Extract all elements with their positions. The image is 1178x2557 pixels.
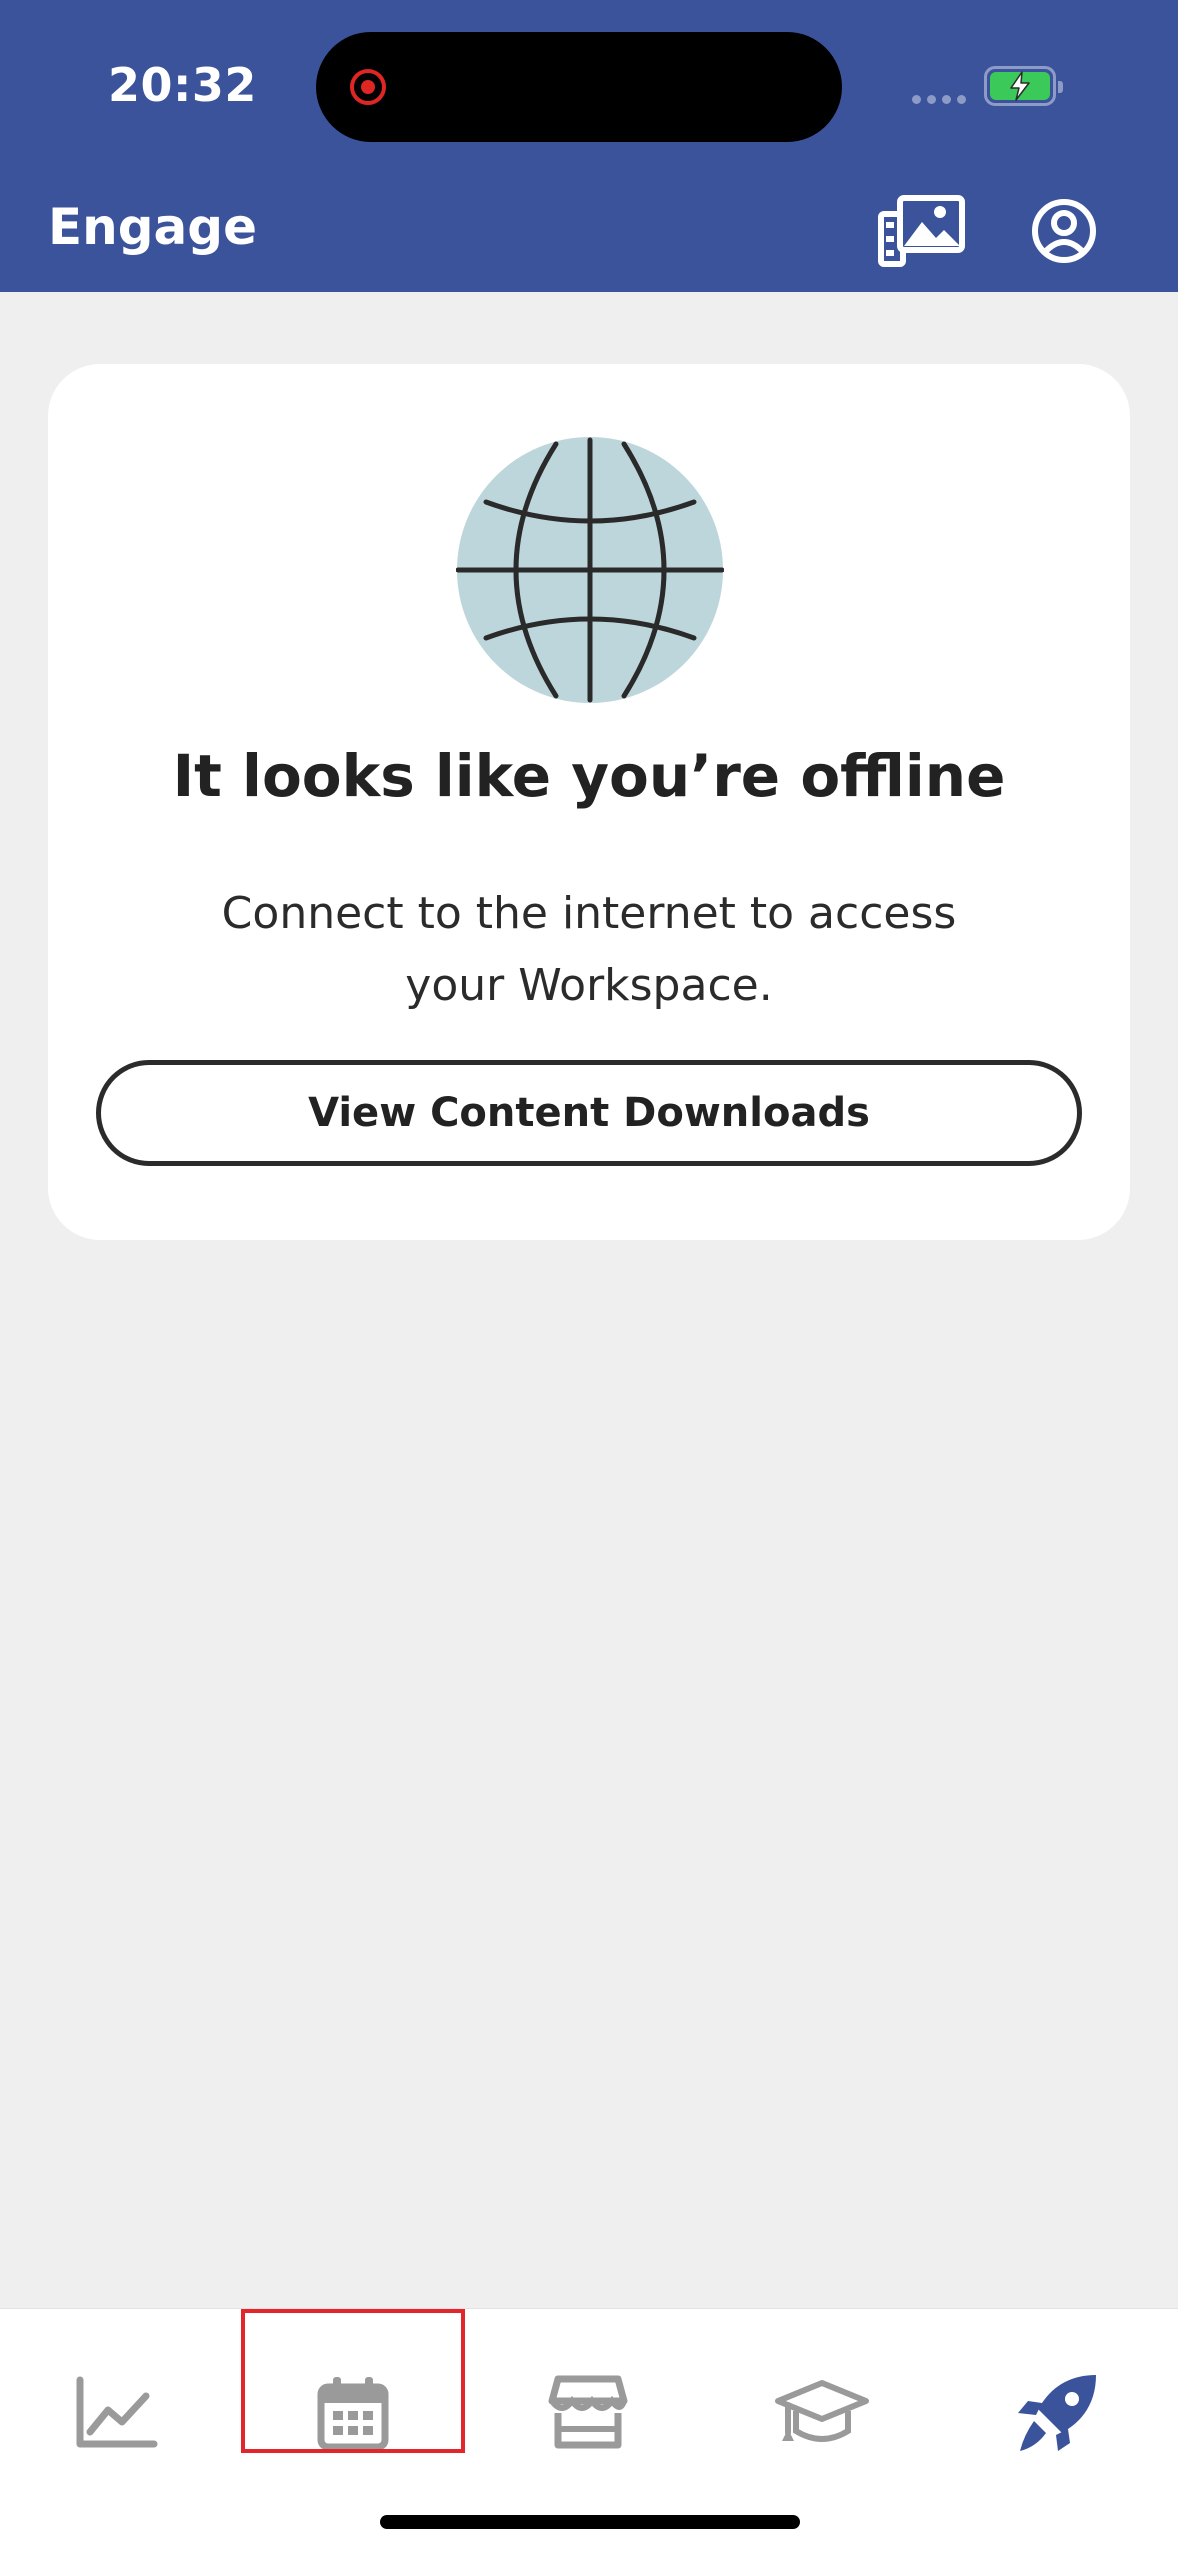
chart-line-icon: [76, 2376, 158, 2448]
status-time: 20:32: [108, 58, 257, 112]
rocket-icon: [1018, 2375, 1096, 2451]
globe-icon: [455, 436, 725, 708]
offline-card: It looks like you’re offline Connect to …: [48, 364, 1130, 1240]
cellular-signal-icon: [912, 95, 966, 104]
tab-launch[interactable]: [998, 2363, 1118, 2463]
tab-calendar[interactable]: [293, 2363, 413, 2463]
account-profile-icon[interactable]: [1020, 192, 1108, 270]
storefront-icon: [548, 2375, 628, 2449]
dynamic-island: [316, 32, 842, 142]
calendar-icon: [317, 2377, 389, 2451]
tab-learning[interactable]: [762, 2363, 882, 2463]
offline-message: Connect to the internet to access your W…: [221, 888, 957, 1011]
battery-charging-icon: [984, 66, 1063, 106]
app-header: 20:32 Engage: [0, 0, 1178, 292]
tab-store[interactable]: [528, 2363, 648, 2463]
screen-recording-icon: [350, 69, 386, 105]
graduation-cap-icon: [775, 2380, 869, 2442]
tab-analytics[interactable]: [56, 2363, 176, 2463]
media-gallery-icon[interactable]: [878, 192, 968, 270]
page-title: Engage: [48, 198, 257, 256]
view-content-downloads-button[interactable]: View Content Downloads: [96, 1060, 1082, 1166]
offline-title: It looks like you’re offline: [172, 742, 1006, 810]
home-indicator: [380, 2515, 800, 2529]
